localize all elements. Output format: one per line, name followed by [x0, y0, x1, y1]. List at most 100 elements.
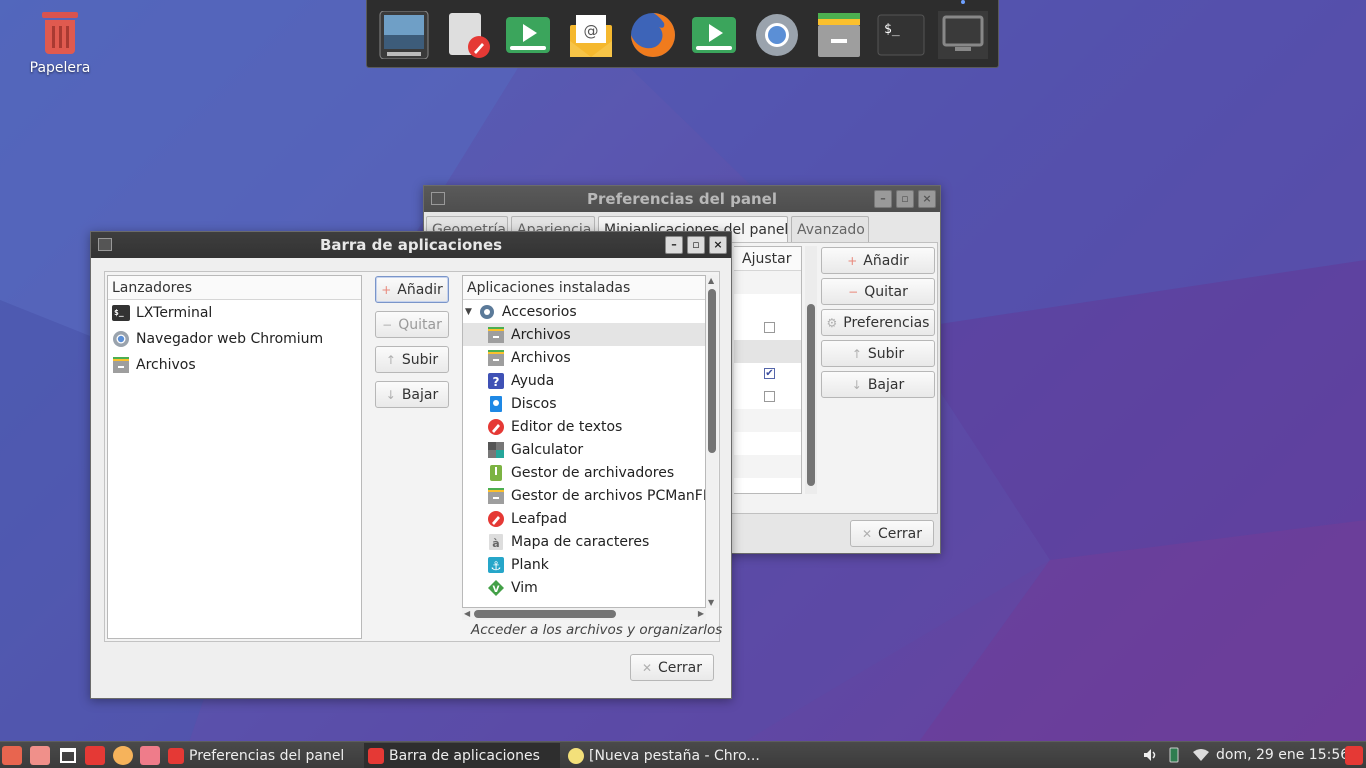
app-item[interactable]: ? Ayuda — [463, 369, 705, 392]
checkbox[interactable] — [764, 391, 775, 402]
prefs-up-button[interactable]: ↑ Subir — [821, 340, 935, 367]
arrow-down-icon: ↓ — [851, 377, 862, 392]
category-label: Accesorios — [501, 303, 577, 320]
volume-icon[interactable] — [1142, 747, 1158, 763]
applets-list[interactable]: Ajustar ✔ — [734, 246, 802, 494]
plank-icon: ⚓ — [487, 556, 505, 574]
prefs-down-button[interactable]: ↓ Bajar — [821, 371, 935, 398]
image-viewer-icon[interactable] — [379, 10, 429, 60]
prefs-close-button[interactable]: ✕ Cerrar — [850, 520, 934, 547]
file-manager-icon — [487, 326, 505, 344]
remove-launcher-button[interactable]: − Quitar — [375, 311, 449, 338]
media-player-icon[interactable] — [504, 11, 554, 59]
text-editor-icon — [487, 510, 505, 528]
chromium-icon[interactable] — [752, 11, 802, 59]
launcher-item-label: LXTerminal — [136, 305, 213, 321]
battery-icon[interactable] — [1168, 746, 1180, 764]
launchers-list[interactable]: Lanzadores $_ LXTerminal Navegador web Chr… — [107, 275, 362, 639]
launcher-item-label: Navegador web Chromium — [136, 331, 324, 347]
app-item[interactable]: Galculator — [463, 438, 705, 461]
task-chromium[interactable]: [Nueva pestaña - Chro... — [564, 743, 760, 768]
add-launcher-button[interactable]: + Añadir — [375, 276, 449, 303]
maximize-button[interactable]: ▫ — [896, 190, 914, 208]
move-up-button[interactable]: ↑ Subir — [375, 346, 449, 373]
app-item-label: Editor de textos — [511, 418, 623, 435]
checkbox[interactable] — [764, 322, 775, 333]
file-manager-icon[interactable] — [814, 11, 864, 59]
app-item[interactable]: ⚓ Plank — [463, 553, 705, 576]
launcher-item[interactable]: $_ LXTerminal — [108, 300, 361, 326]
launcher-item[interactable]: Archivos — [108, 352, 361, 378]
prefs-title: Preferencias del panel — [587, 190, 777, 208]
app-launcher-icon[interactable] — [30, 746, 50, 765]
prefs-preferences-button[interactable]: ⚙ Preferencias — [821, 309, 935, 336]
tab-advanced[interactable]: Avanzado — [791, 216, 869, 242]
wifi-icon[interactable] — [1192, 747, 1210, 763]
chromium-icon[interactable] — [113, 746, 133, 765]
show-desktop-icon[interactable] — [58, 746, 78, 765]
minimize-button[interactable]: – — [874, 190, 892, 208]
expander-down-icon[interactable]: ▼ — [465, 307, 472, 317]
checkbox-checked[interactable]: ✔ — [764, 368, 775, 379]
trash-desktop-icon[interactable]: Papelera — [22, 8, 98, 76]
window-app-icon — [168, 747, 184, 764]
launchers-header[interactable]: Lanzadores — [108, 276, 361, 300]
text-editor-icon[interactable] — [443, 11, 493, 59]
prefs-remove-button[interactable]: − Quitar — [821, 278, 935, 305]
charmap-icon: à — [487, 533, 505, 551]
app-item[interactable]: Editor de textos — [463, 415, 705, 438]
chromium-icon — [568, 747, 584, 764]
launcher-item[interactable]: Navegador web Chromium — [108, 326, 361, 352]
tree-category-row[interactable]: ▼ Accesorios — [463, 300, 705, 323]
text-editor-icon — [487, 418, 505, 436]
close-window-button[interactable]: × — [709, 236, 727, 254]
app-item[interactable]: à Mapa de caracteres — [463, 530, 705, 553]
settings-icon: ⚙ — [826, 315, 838, 330]
maximize-button[interactable]: ▫ — [687, 236, 705, 254]
close-window-button[interactable]: × — [918, 190, 936, 208]
app-item-label: Mapa de caracteres — [511, 533, 650, 550]
task-panel-preferences[interactable]: Preferencias del panel — [164, 743, 360, 768]
app-item[interactable]: Gestor de archivos PCManFM — [463, 484, 705, 507]
minimize-button[interactable]: – — [665, 236, 683, 254]
window-icon — [431, 192, 445, 205]
app-item[interactable]: Leafpad — [463, 507, 705, 530]
app-item-label: Discos — [511, 395, 557, 412]
firefox-icon[interactable] — [628, 11, 678, 59]
app-item[interactable]: Archivos — [463, 323, 705, 346]
power-icon[interactable] — [1345, 746, 1363, 765]
media-player-icon[interactable] — [690, 11, 740, 59]
launcher-content: Lanzadores $_ LXTerminal Navegador web Chr… — [104, 271, 723, 642]
task-launcher-bar[interactable]: Barra de aplicaciones — [364, 743, 560, 768]
prefs-titlebar[interactable]: Preferencias del panel – ▫ × — [424, 186, 940, 212]
clock[interactable]: dom, 29 ene 15:56 — [1216, 742, 1349, 768]
launcher-titlebar[interactable]: Barra de aplicaciones – ▫ × — [91, 232, 731, 258]
terminal-icon[interactable] — [85, 746, 105, 765]
file-manager-icon[interactable] — [140, 746, 160, 765]
terminal-icon[interactable]: $_ — [876, 11, 926, 59]
app-item-label: Archivos — [511, 349, 571, 366]
applets-scrollbar[interactable] — [805, 246, 817, 494]
menu-icon[interactable] — [2, 746, 22, 765]
apps-vertical-scrollbar[interactable]: ▲ ▼ — [706, 275, 718, 608]
launcher-item-label: Archivos — [136, 357, 196, 373]
arrow-up-icon: ↑ — [385, 352, 396, 367]
app-item[interactable]: V Vim — [463, 576, 705, 599]
move-down-button[interactable]: ↓ Bajar — [375, 381, 449, 408]
column-header-fit[interactable]: Ajustar — [734, 247, 801, 271]
mail-icon[interactable]: @ — [566, 11, 616, 59]
installed-apps-header[interactable]: Aplicaciones instaladas — [463, 276, 705, 300]
calculator-icon — [487, 441, 505, 459]
prefs-add-button[interactable]: + Añadir — [821, 247, 935, 274]
display-icon[interactable] — [938, 0, 988, 70]
app-description: Acceder a los archivos y organizarlos — [471, 622, 723, 638]
close-icon: ✕ — [861, 526, 873, 541]
app-item[interactable]: Gestor de archivadores — [463, 461, 705, 484]
app-item-label: Vim — [511, 579, 538, 596]
app-item[interactable]: Discos — [463, 392, 705, 415]
app-item[interactable]: Archivos — [463, 346, 705, 369]
launcher-close-button[interactable]: ✕ Cerrar — [630, 654, 714, 681]
app-item-label: Gestor de archivos PCManFM — [511, 487, 705, 504]
apps-horizontal-scrollbar[interactable]: ◀ ▶ — [462, 608, 706, 620]
installed-apps-tree[interactable]: Aplicaciones instaladas ▼ Accesorios Arc… — [462, 275, 706, 608]
